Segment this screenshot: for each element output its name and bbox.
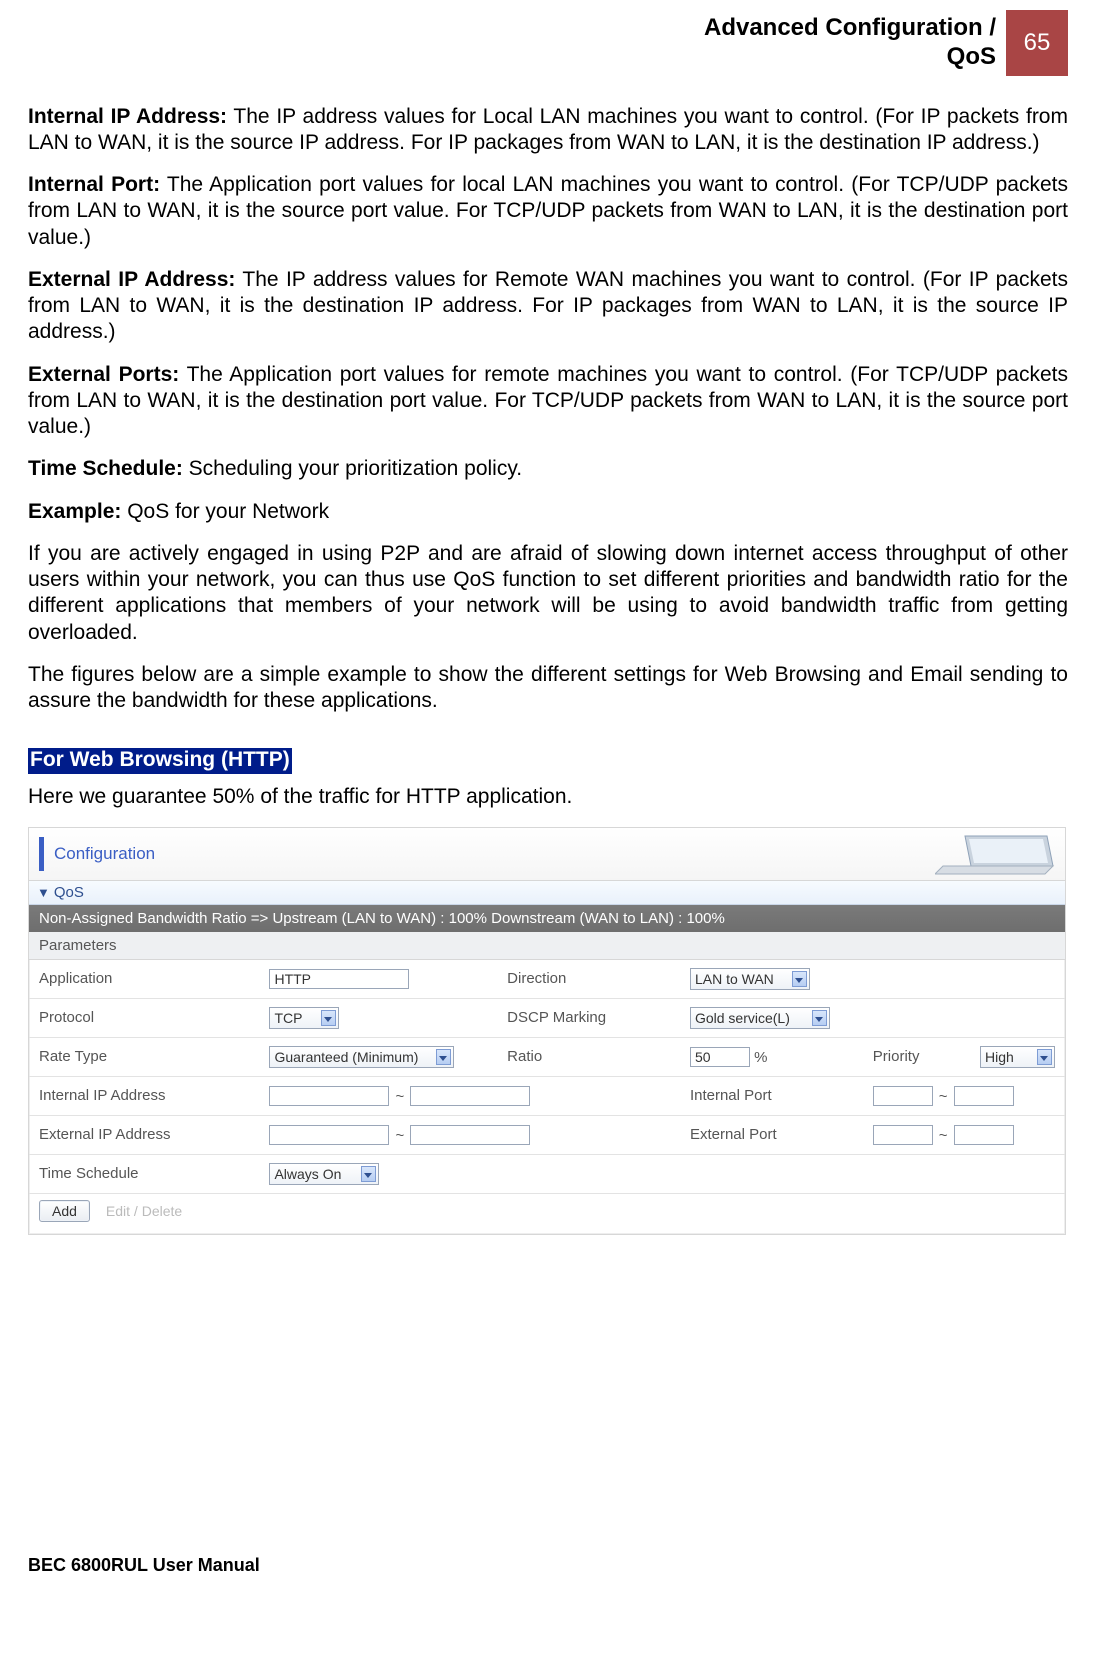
body-text: Internal IP Address: The IP address valu… [28,104,1068,811]
config-panel: Configuration ▼ QoS Non-Assigned Bandwid… [28,827,1066,1235]
chevron-down-icon: ▼ [37,885,50,900]
paragraph-p2p: If you are actively engaged in using P2P… [28,541,1068,646]
internal-port-to-input[interactable] [954,1086,1014,1106]
page-header: Advanced Configuration / QoS 65 [28,10,1068,76]
qos-form-table: Application Direction LAN to WAN Protoco… [29,960,1065,1194]
add-button[interactable]: Add [39,1200,90,1222]
label-direction: Direction [497,960,680,999]
external-ip-from-input[interactable] [269,1125,389,1145]
topbar-title: Configuration [54,844,155,864]
parameters-label: Parameters [29,932,1065,960]
label-protocol: Protocol [29,998,259,1037]
range-separator: ~ [389,1088,410,1105]
header-title-line1: Advanced Configuration / [704,14,996,41]
internal-ip-from-input[interactable] [269,1086,389,1106]
internal-ip-to-input[interactable] [410,1086,530,1106]
label-external-port: External Port [680,1115,863,1154]
button-row: Add Edit / Delete [29,1194,1065,1234]
label-time-schedule: Time Schedule [29,1154,259,1193]
page-number-badge: 65 [1006,10,1068,76]
label-application: Application [29,960,259,999]
section-badge-http: For Web Browsing (HTTP) [28,748,292,774]
percent-sign: % [754,1049,767,1066]
header-title: Advanced Configuration / QoS [704,10,1006,76]
label-ratio: Ratio [497,1037,680,1076]
label-external-ip: External IP Address [29,1115,259,1154]
section-intro: Here we guarantee 50% of the traffic for… [28,784,1068,810]
paragraph-figures: The figures below are a simple example t… [28,662,1068,715]
direction-select[interactable]: LAN to WAN [690,968,810,990]
def-time-schedule: Time Schedule: Scheduling your prioritiz… [28,456,1068,482]
header-title-line2: QoS [947,43,996,70]
bandwidth-row: Non-Assigned Bandwidth Ratio => Upstream… [29,905,1065,932]
ratio-input[interactable] [690,1047,750,1067]
label-internal-ip: Internal IP Address [29,1076,259,1115]
config-topbar: Configuration [29,828,1065,881]
label-rate-type: Rate Type [29,1037,259,1076]
label-internal-port: Internal Port [680,1076,863,1115]
qos-section-header[interactable]: ▼ QoS [29,881,1065,905]
time-schedule-select[interactable]: Always On [269,1163,379,1185]
def-internal-ip: Internal IP Address: The IP address valu… [28,104,1068,157]
internal-port-from-input[interactable] [873,1086,933,1106]
qos-label: QoS [54,884,84,901]
def-example: Example: QoS for your Network [28,499,1068,525]
laptop-icon [935,830,1055,876]
label-dscp: DSCP Marking [497,998,680,1037]
application-input[interactable] [269,969,409,989]
external-ip-to-input[interactable] [410,1125,530,1145]
rate-type-select[interactable]: Guaranteed (Minimum) [269,1046,454,1068]
range-separator: ~ [389,1127,410,1144]
dscp-select[interactable]: Gold service(L) [690,1007,830,1029]
priority-select[interactable]: High [980,1046,1055,1068]
def-external-ip: External IP Address: The IP address valu… [28,267,1068,346]
edit-delete-link[interactable]: Edit / Delete [106,1203,182,1219]
topbar-accent [39,837,44,871]
range-separator: ~ [933,1088,954,1105]
def-internal-port: Internal Port: The Application port valu… [28,172,1068,251]
external-port-from-input[interactable] [873,1125,933,1145]
def-external-ports: External Ports: The Application port val… [28,362,1068,441]
protocol-select[interactable]: TCP [269,1007,339,1029]
external-port-to-input[interactable] [954,1125,1014,1145]
label-priority: Priority [863,1037,970,1076]
footer-text: BEC 6800RUL User Manual [28,1555,1068,1576]
range-separator: ~ [933,1127,954,1144]
